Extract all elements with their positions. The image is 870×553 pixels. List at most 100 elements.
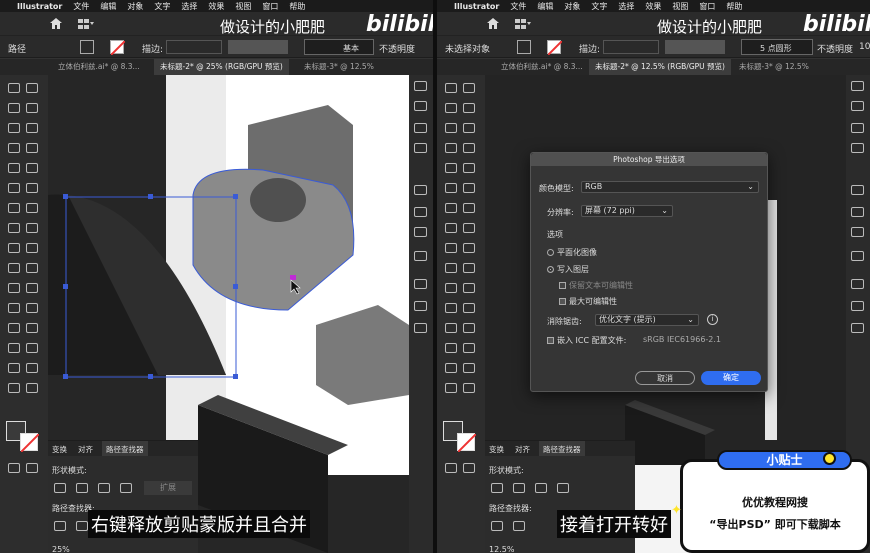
width-tool-icon[interactable]: [8, 223, 20, 233]
workspace-grid-icon[interactable]: [515, 19, 531, 29]
draw-mode-icon[interactable]: [445, 463, 457, 473]
curvature-tool-icon[interactable]: [463, 123, 475, 133]
paintbrush-tool-icon[interactable]: [26, 163, 38, 173]
info-icon[interactable]: i: [707, 314, 718, 325]
menu-object[interactable]: 对象: [564, 1, 580, 12]
layers-icon[interactable]: [851, 279, 864, 289]
appearance-icon[interactable]: [851, 207, 864, 217]
swatches-icon[interactable]: [414, 101, 427, 111]
eyedropper-icon[interactable]: [445, 283, 457, 293]
knife-tool-icon[interactable]: [463, 383, 475, 393]
resolution-select[interactable]: 屏幕 (72 ppi) ⌄: [581, 205, 673, 217]
blend-tool-icon[interactable]: [26, 283, 38, 293]
menu-file[interactable]: 文件: [73, 1, 89, 12]
graphic-styles-icon[interactable]: [414, 185, 427, 195]
magic-wand-icon[interactable]: [445, 103, 457, 113]
symbol-sprayer-icon[interactable]: [445, 303, 457, 313]
line-tool-icon[interactable]: [463, 143, 475, 153]
menu-effect[interactable]: 效果: [645, 1, 661, 12]
menu-type[interactable]: 文字: [154, 1, 170, 12]
symbols-icon[interactable]: [414, 143, 427, 153]
unite-icon[interactable]: [54, 483, 66, 493]
menu-window[interactable]: 窗口: [262, 1, 278, 12]
fill-swatch[interactable]: [80, 40, 94, 54]
menu-window[interactable]: 窗口: [699, 1, 715, 12]
trim-icon[interactable]: [513, 521, 525, 531]
selection-tool-icon[interactable]: [445, 83, 457, 93]
trim-icon[interactable]: [76, 521, 88, 531]
magic-wand-icon[interactable]: [8, 103, 20, 113]
symbol-sprayer-icon[interactable]: [8, 303, 20, 313]
graphic-styles-icon[interactable]: [851, 185, 864, 195]
type-tool-icon[interactable]: [445, 143, 457, 153]
reshape-tool-icon[interactable]: [445, 383, 457, 393]
puppet-warp-icon[interactable]: [8, 363, 20, 373]
transparency-icon[interactable]: [414, 251, 427, 261]
doc-tab-active[interactable]: 未标题-2* @ 25% (RGB/GPU 预览): [154, 59, 289, 75]
eyedropper-icon[interactable]: [8, 283, 20, 293]
width-tool-icon[interactable]: [445, 223, 457, 233]
rotate-tool-icon[interactable]: [445, 203, 457, 213]
eraser-tool-icon[interactable]: [463, 183, 475, 193]
knife-tool-icon[interactable]: [26, 383, 38, 393]
workspace-grid-icon[interactable]: [78, 19, 94, 29]
doc-tab[interactable]: 未标题-3* @ 12.5%: [733, 59, 815, 75]
menu-object[interactable]: 对象: [127, 1, 143, 12]
mesh-tool-icon[interactable]: [8, 263, 20, 273]
home-icon[interactable]: [50, 18, 62, 29]
doc-tab-active[interactable]: 未标题-2* @ 12.5% (RGB/GPU 预览): [589, 59, 731, 75]
shape-builder-icon[interactable]: [8, 243, 20, 253]
zoom-tool-icon[interactable]: [463, 343, 475, 353]
panel-tab-pathfinder[interactable]: 路径查找器: [102, 441, 148, 456]
menu-effect[interactable]: 效果: [208, 1, 224, 12]
menu-app[interactable]: Illustrator: [454, 2, 499, 11]
properties-icon[interactable]: [851, 81, 864, 91]
max-edit-checkbox[interactable]: 最大可编辑性: [559, 296, 617, 307]
stroke-weight-field[interactable]: [603, 40, 659, 54]
symbols-icon[interactable]: [851, 143, 864, 153]
perspective-grid-icon[interactable]: [463, 243, 475, 253]
doc-tab[interactable]: 立体伯利兹.ai* @ 8.3...: [52, 59, 146, 75]
screen-mode-icon[interactable]: [26, 463, 38, 473]
hand-tool-icon[interactable]: [445, 343, 457, 353]
stroke-color-icon[interactable]: [20, 433, 39, 452]
lasso-icon[interactable]: [26, 103, 38, 113]
column-graph-icon[interactable]: [26, 303, 38, 313]
divide-icon[interactable]: [54, 521, 66, 531]
menu-view[interactable]: 视图: [235, 1, 251, 12]
perspective-grid-icon[interactable]: [26, 243, 38, 253]
slice-tool-icon[interactable]: [26, 323, 38, 333]
stroke-panel-icon[interactable]: [414, 227, 427, 237]
brushes-icon[interactable]: [414, 123, 427, 133]
rotate-tool-icon[interactable]: [8, 203, 20, 213]
brush-preset-select[interactable]: 5 点圆形: [741, 39, 813, 55]
antialias-select[interactable]: 优化文字 (提示) ⌄: [595, 314, 699, 326]
zoom-level[interactable]: 12.5%: [489, 545, 514, 553]
libraries-icon[interactable]: [851, 301, 864, 311]
zoom-level[interactable]: 25%: [52, 545, 70, 553]
brush-preset-select[interactable]: 基本: [304, 39, 374, 55]
menu-select[interactable]: 选择: [181, 1, 197, 12]
menu-help[interactable]: 帮助: [726, 1, 742, 12]
artboards-icon[interactable]: [851, 323, 864, 333]
ellipse-tool-icon[interactable]: [8, 163, 20, 173]
menu-view[interactable]: 视图: [672, 1, 688, 12]
write-layers-radio[interactable]: 写入图层: [547, 264, 589, 275]
shape-builder-icon[interactable]: [445, 243, 457, 253]
properties-icon[interactable]: [414, 81, 427, 91]
transparency-icon[interactable]: [851, 251, 864, 261]
menu-file[interactable]: 文件: [510, 1, 526, 12]
panel-tab-transform[interactable]: 变换: [489, 444, 504, 455]
doc-tab[interactable]: 未标题-3* @ 12.5%: [298, 59, 380, 75]
ellipse-tool-icon[interactable]: [445, 163, 457, 173]
blend-tool-icon[interactable]: [463, 283, 475, 293]
exclude-icon[interactable]: [557, 483, 569, 493]
doc-tab[interactable]: 立体伯利兹.ai* @ 8.3...: [495, 59, 589, 75]
home-icon[interactable]: [487, 18, 499, 29]
icc-checkbox[interactable]: 嵌入 ICC 配置文件:: [547, 335, 626, 346]
appearance-icon[interactable]: [414, 207, 427, 217]
mesh-tool-icon[interactable]: [445, 263, 457, 273]
eraser-tool-icon[interactable]: [26, 183, 38, 193]
free-transform-icon[interactable]: [463, 223, 475, 233]
pencil-tool-icon[interactable]: [445, 183, 457, 193]
